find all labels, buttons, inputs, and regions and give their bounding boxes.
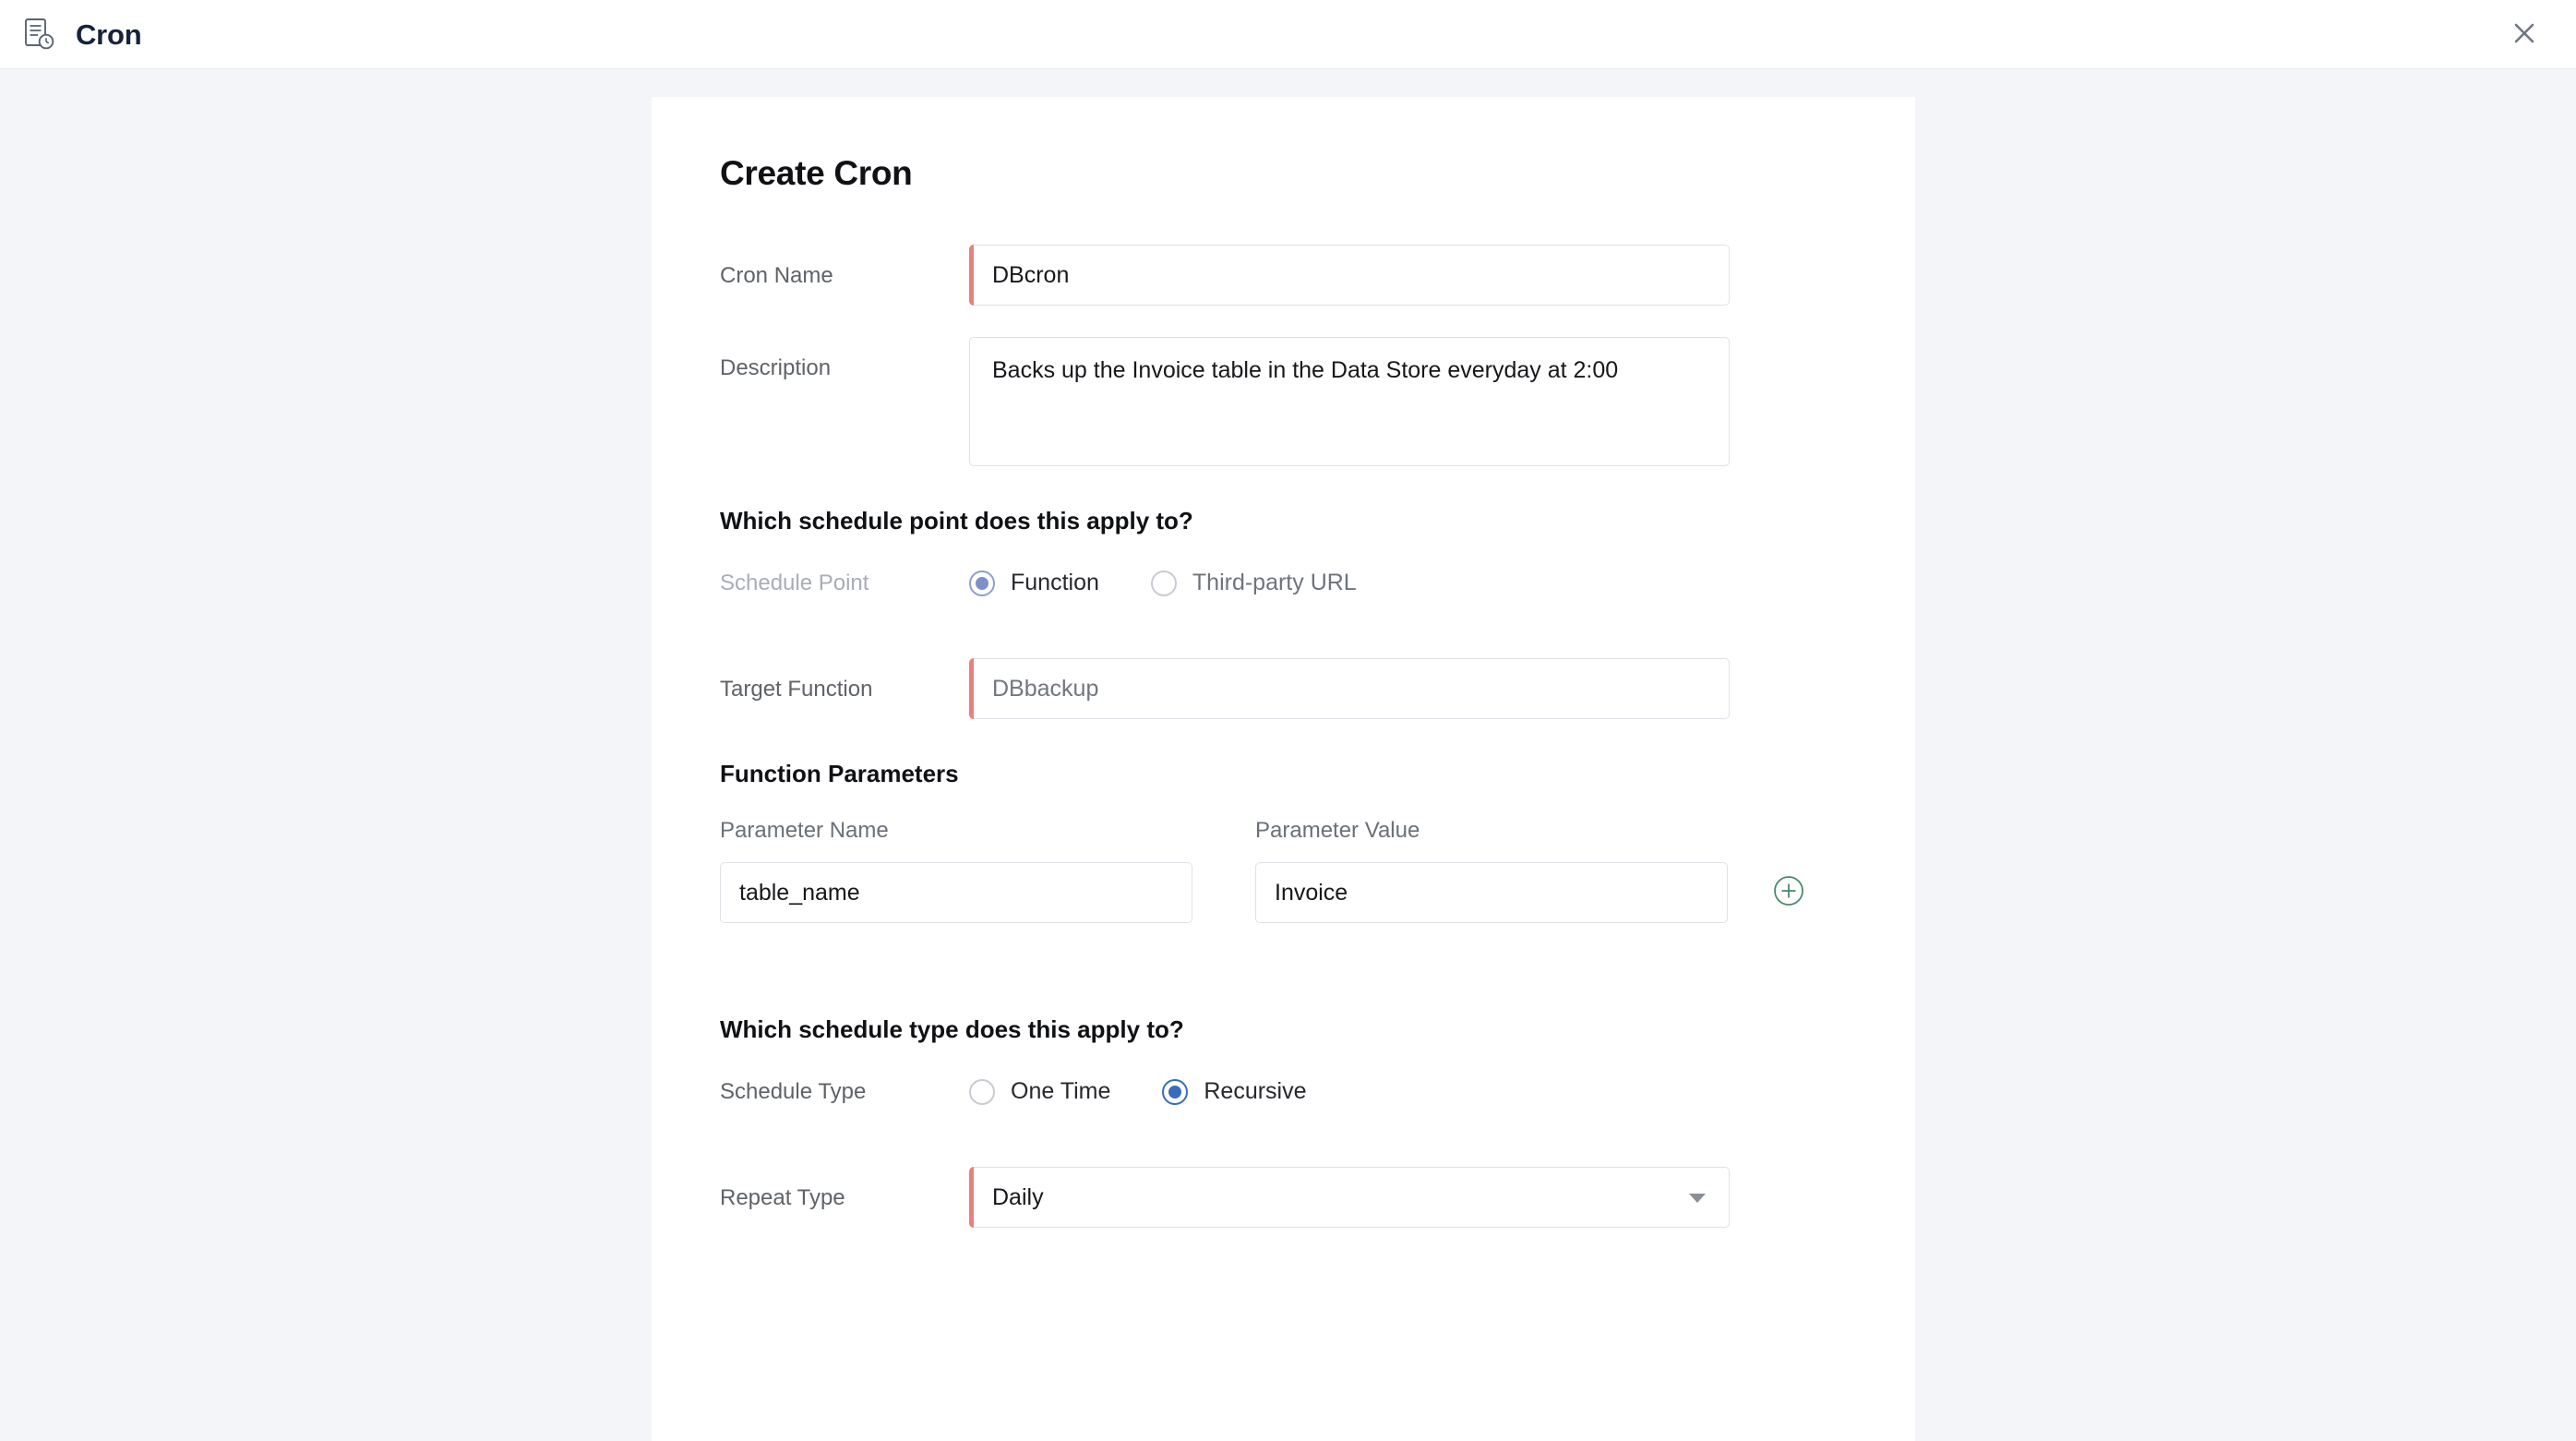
- description-label: Description: [720, 355, 832, 380]
- radio-option-function[interactable]: Function: [969, 570, 1099, 596]
- chevron-down-icon: [1689, 1194, 1706, 1204]
- target-function-input-wrap: DBbackup: [969, 658, 1730, 720]
- radio-option-recursive[interactable]: Recursive: [1162, 1078, 1307, 1105]
- radio-label-function: Function: [1011, 570, 1099, 596]
- create-cron-card: Create Cron Cron Name DBcron Description…: [652, 97, 1915, 1441]
- page-background: Create Cron Cron Name DBcron Description…: [0, 69, 2576, 1441]
- page-title: Create Cron: [720, 154, 913, 192]
- radio-label-recursive: Recursive: [1204, 1078, 1307, 1105]
- radio-option-third-party-url[interactable]: Third-party URL: [1150, 570, 1357, 596]
- required-indicator-bar: [969, 1167, 974, 1229]
- repeat-type-select[interactable]: Daily: [969, 1167, 1730, 1229]
- titlebar-left-group: Cron: [22, 17, 142, 52]
- plus-circle-icon: [1772, 874, 1805, 912]
- schedule-point-radio-group: Function Third-party URL: [969, 570, 1357, 596]
- cron-name-label: Cron Name: [720, 263, 833, 288]
- schedule-point-row: Schedule Point Function Third-party URL: [720, 569, 1841, 597]
- required-indicator-bar: [969, 245, 974, 306]
- repeat-type-label: Repeat Type: [720, 1185, 845, 1211]
- schedule-type-radio-group: One Time Recursive: [969, 1078, 1307, 1105]
- required-indicator-bar: [969, 658, 974, 720]
- parameters-column-headers: Parameter Name Parameter Value: [720, 818, 1841, 844]
- window-titlebar: Cron: [0, 0, 2576, 69]
- schedule-point-label: Schedule Point: [720, 570, 869, 595]
- add-parameter-button[interactable]: [1772, 874, 1805, 912]
- cron-name-row: Cron Name DBcron: [720, 245, 1841, 306]
- schedule-type-heading: Which schedule type does this apply to?: [720, 1015, 1184, 1044]
- target-function-row: Target Function DBbackup: [720, 658, 1841, 720]
- parameter-value-input[interactable]: Invoice: [1255, 862, 1728, 924]
- radio-selected-icon: [969, 570, 995, 596]
- column-header-parameter-value: Parameter Value: [1255, 818, 1420, 844]
- close-button[interactable]: [2506, 17, 2543, 54]
- radio-unselected-icon: [969, 1078, 995, 1105]
- target-function-label: Target Function: [720, 677, 873, 702]
- parameter-row: table_name Invoice: [720, 862, 1841, 924]
- repeat-type-select-wrap: Daily: [969, 1167, 1730, 1229]
- repeat-type-row: Repeat Type Daily: [720, 1167, 1841, 1229]
- description-textarea[interactable]: Backs up the Invoice table in the Data S…: [969, 337, 1730, 466]
- radio-label-third-party-url: Third-party URL: [1192, 570, 1357, 596]
- cron-name-input[interactable]: DBcron: [969, 245, 1730, 306]
- cron-name-input-wrap: DBcron: [969, 245, 1730, 306]
- radio-label-one-time: One Time: [1011, 1078, 1111, 1105]
- column-header-parameter-name: Parameter Name: [720, 818, 889, 844]
- schedule-type-row: Schedule Type One Time Recursive: [720, 1077, 1841, 1106]
- function-parameters-heading: Function Parameters: [720, 760, 959, 788]
- description-input-wrap: Backs up the Invoice table in the Data S…: [969, 337, 1730, 466]
- document-clock-icon: [22, 17, 57, 52]
- target-function-input[interactable]: DBbackup: [969, 658, 1730, 720]
- parameter-name-input[interactable]: table_name: [720, 862, 1192, 924]
- schedule-type-label: Schedule Type: [720, 1079, 867, 1105]
- schedule-point-heading: Which schedule point does this apply to?: [720, 507, 1193, 534]
- radio-unselected-icon: [1150, 570, 1177, 596]
- description-row: Description Backs up the Invoice table i…: [720, 337, 1841, 466]
- radio-selected-icon: [1162, 1078, 1189, 1105]
- radio-option-one-time[interactable]: One Time: [969, 1078, 1110, 1105]
- window-title: Cron: [76, 18, 142, 51]
- close-icon: [2512, 21, 2536, 50]
